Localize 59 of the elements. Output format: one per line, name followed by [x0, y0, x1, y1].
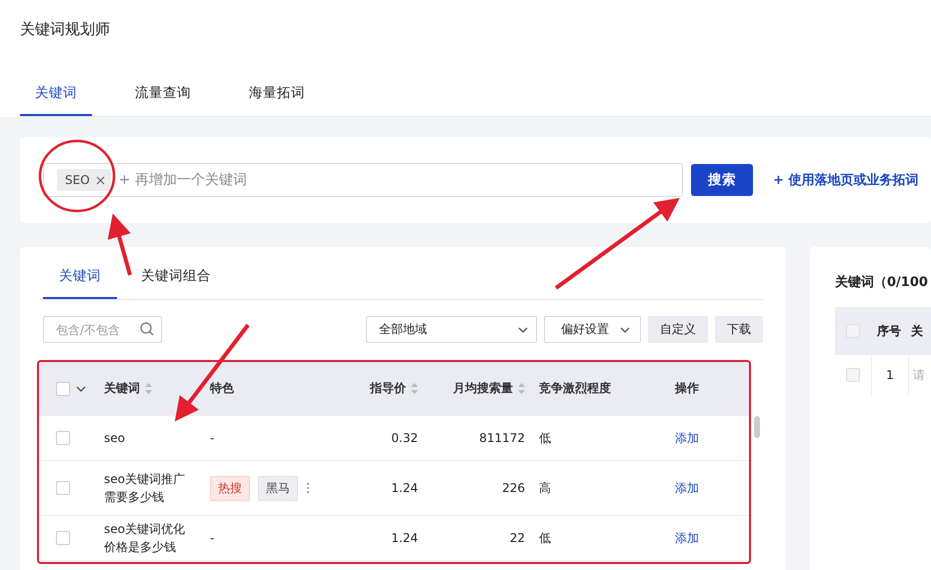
column-header[interactable]: 特色: [210, 380, 234, 397]
tab[interactable]: 关键词组合: [125, 267, 227, 299]
table-cell: 1.24: [391, 531, 418, 545]
preference-dropdown[interactable]: 偏好设置: [544, 316, 641, 343]
tab[interactable]: 海量拓词: [234, 84, 320, 116]
chevron-down-icon: [620, 326, 630, 332]
chevron-down-icon: [76, 386, 86, 392]
column-header: 序号: [877, 322, 901, 340]
toolbar-button[interactable]: 自定义: [648, 316, 708, 343]
empty-value: -: [210, 431, 214, 445]
chevron-down-icon: [518, 326, 528, 332]
keyword-chip[interactable]: SEO: [57, 169, 111, 191]
app-title: 关键词规划师: [20, 19, 111, 40]
table-cell: 低: [539, 430, 551, 446]
region-select[interactable]: 全部地域: [366, 316, 537, 343]
column-header[interactable]: 竞争激烈程度: [539, 380, 611, 397]
scrollbar-thumb[interactable]: [754, 416, 760, 438]
table-cell: 811172: [479, 431, 525, 445]
checkbox[interactable]: [56, 531, 70, 545]
table-cell: 1.24: [391, 481, 418, 495]
tab[interactable]: 关键词: [43, 267, 117, 299]
feature-tag: 黑马: [258, 476, 298, 500]
table-cell: 低: [539, 530, 551, 546]
checkbox[interactable]: [846, 324, 860, 338]
filter-field[interactable]: 包含/不包含: [43, 316, 162, 343]
table-cell: 高: [539, 480, 551, 496]
keyword-text: seo: [104, 430, 126, 447]
row-number: 1: [886, 368, 894, 382]
landing-page-link[interactable]: + 使用落地页或业务拓词: [773, 171, 918, 189]
checkbox[interactable]: [846, 368, 860, 382]
tab[interactable]: 流量查询: [120, 84, 206, 116]
empty-value: -: [210, 531, 214, 545]
table-cell: 22: [510, 531, 525, 545]
column-header[interactable]: 月均搜索量: [453, 380, 513, 397]
toolbar-button[interactable]: 下载: [715, 316, 763, 343]
column-header[interactable]: 关键词: [104, 380, 140, 397]
column-header: 关: [911, 322, 923, 340]
add-link[interactable]: 添加: [675, 530, 699, 546]
checkbox[interactable]: [56, 382, 70, 396]
panel-title: 关键词（0/100: [835, 274, 929, 291]
add-link[interactable]: 添加: [675, 430, 699, 446]
checkbox[interactable]: [56, 431, 70, 445]
feature-tag: 热搜: [210, 476, 250, 500]
keyword-input-field[interactable]: SEO + 再增加一个关键词: [43, 163, 683, 197]
checkbox[interactable]: [56, 481, 70, 495]
keyword-text: seo关键词推广需要多少钱: [104, 471, 186, 506]
tab[interactable]: 关键词: [20, 84, 92, 116]
search-button[interactable]: 搜索: [691, 164, 753, 196]
search-icon: [140, 322, 154, 336]
close-icon: [96, 176, 105, 184]
select-value: 全部地域: [379, 321, 427, 338]
annotation-arrow: [108, 213, 132, 276]
table-cell: 226: [502, 481, 525, 495]
add-link[interactable]: 添加: [675, 480, 699, 496]
chip-label: SEO: [65, 173, 90, 187]
column-header[interactable]: 指导价: [370, 380, 406, 397]
table-cell: 0.32: [391, 431, 418, 445]
keyword-text: seo关键词优化价格是多少钱: [104, 521, 186, 556]
column-header[interactable]: 操作: [675, 380, 699, 397]
